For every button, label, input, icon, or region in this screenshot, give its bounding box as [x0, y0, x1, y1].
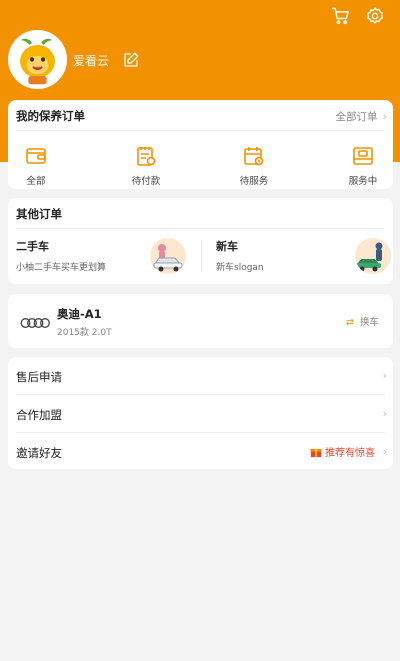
- menu-item-invite-friends[interactable]: 邀请好友 推荐有惊喜 ›: [8, 433, 393, 470]
- service-icon: [353, 147, 373, 165]
- order-filter-pending-service-label: 待服务: [239, 176, 269, 187]
- invoice-icon: [137, 147, 156, 166]
- order-filter-pending-payment-label: 待付款: [131, 176, 161, 187]
- cart-icon[interactable]: [331, 6, 351, 26]
- new-car-entry[interactable]: 新车 新车slogan: [202, 229, 393, 284]
- calendar-icon: [244, 147, 264, 166]
- all-orders-label: 全部订单: [335, 111, 378, 123]
- car-name: 奥迪-A1: [57, 307, 102, 321]
- used-car-illustration: [150, 238, 186, 274]
- other-orders-card: 其他订单 二手车 小柚二手车买车更划算 新车 新车slogan: [8, 198, 393, 284]
- used-car-desc: 小柚二手车买车更划算: [16, 263, 107, 273]
- maintenance-orders-title: 我的保养订单: [16, 109, 85, 123]
- switch-icon: ⇄: [345, 317, 354, 328]
- menu-item-partnership[interactable]: 合作加盟 ›: [8, 395, 393, 432]
- new-car-title: 新车: [216, 240, 238, 253]
- used-car-title: 二手车: [16, 240, 49, 253]
- switch-car-label: 换车: [359, 317, 379, 328]
- order-filter-pending-service[interactable]: 待服务: [224, 144, 284, 187]
- avatar[interactable]: [8, 30, 67, 89]
- order-filter-in-service-label: 服务中: [348, 176, 378, 187]
- other-orders-title: 其他订单: [16, 207, 62, 221]
- menu-item-partnership-label: 合作加盟: [16, 408, 62, 422]
- car-spec: 2015款 2.0T: [57, 328, 112, 338]
- maintenance-orders-card: 我的保养订单 全部订单 › 全部 待付款 待服务 服务中: [8, 100, 393, 189]
- referral-badge: 推荐有惊喜: [310, 444, 375, 461]
- switch-car-button[interactable]: ⇄ 换车: [346, 314, 379, 328]
- menu-card: 售后申请 › 合作加盟 › 邀请好友 推荐有惊喜 ›: [8, 357, 393, 469]
- username: 爱看云: [73, 54, 110, 68]
- gift-icon: [310, 446, 322, 461]
- menu-item-after-sales-label: 售后申请: [16, 370, 62, 384]
- menu-item-invite-friends-label: 邀请好友: [16, 446, 62, 460]
- order-filter-all-label: 全部: [26, 176, 46, 187]
- used-car-entry[interactable]: 二手车 小柚二手车买车更划算: [8, 229, 200, 284]
- all-orders-link[interactable]: 全部订单 ›: [335, 109, 387, 124]
- audi-logo-icon: [20, 314, 50, 328]
- new-car-desc: 新车slogan: [216, 263, 264, 273]
- divider: [16, 130, 385, 131]
- referral-badge-label: 推荐有惊喜: [325, 448, 375, 459]
- gear-icon[interactable]: [365, 6, 385, 26]
- order-filter-all[interactable]: 全部: [6, 144, 66, 187]
- my-car-card[interactable]: 奥迪-A1 2015款 2.0T ⇄ 换车: [8, 294, 393, 348]
- chevron-right-icon: ›: [382, 445, 387, 458]
- wallet-icon: [26, 148, 46, 164]
- chevron-right-icon: ›: [382, 111, 387, 123]
- order-filter-pending-payment[interactable]: 待付款: [116, 144, 176, 187]
- new-car-illustration: [355, 238, 391, 274]
- edit-icon[interactable]: [122, 51, 140, 69]
- order-filter-in-service[interactable]: 服务中: [333, 144, 393, 187]
- chevron-right-icon: ›: [382, 369, 387, 382]
- chevron-right-icon: ›: [382, 407, 387, 420]
- menu-item-after-sales[interactable]: 售后申请 ›: [8, 357, 393, 394]
